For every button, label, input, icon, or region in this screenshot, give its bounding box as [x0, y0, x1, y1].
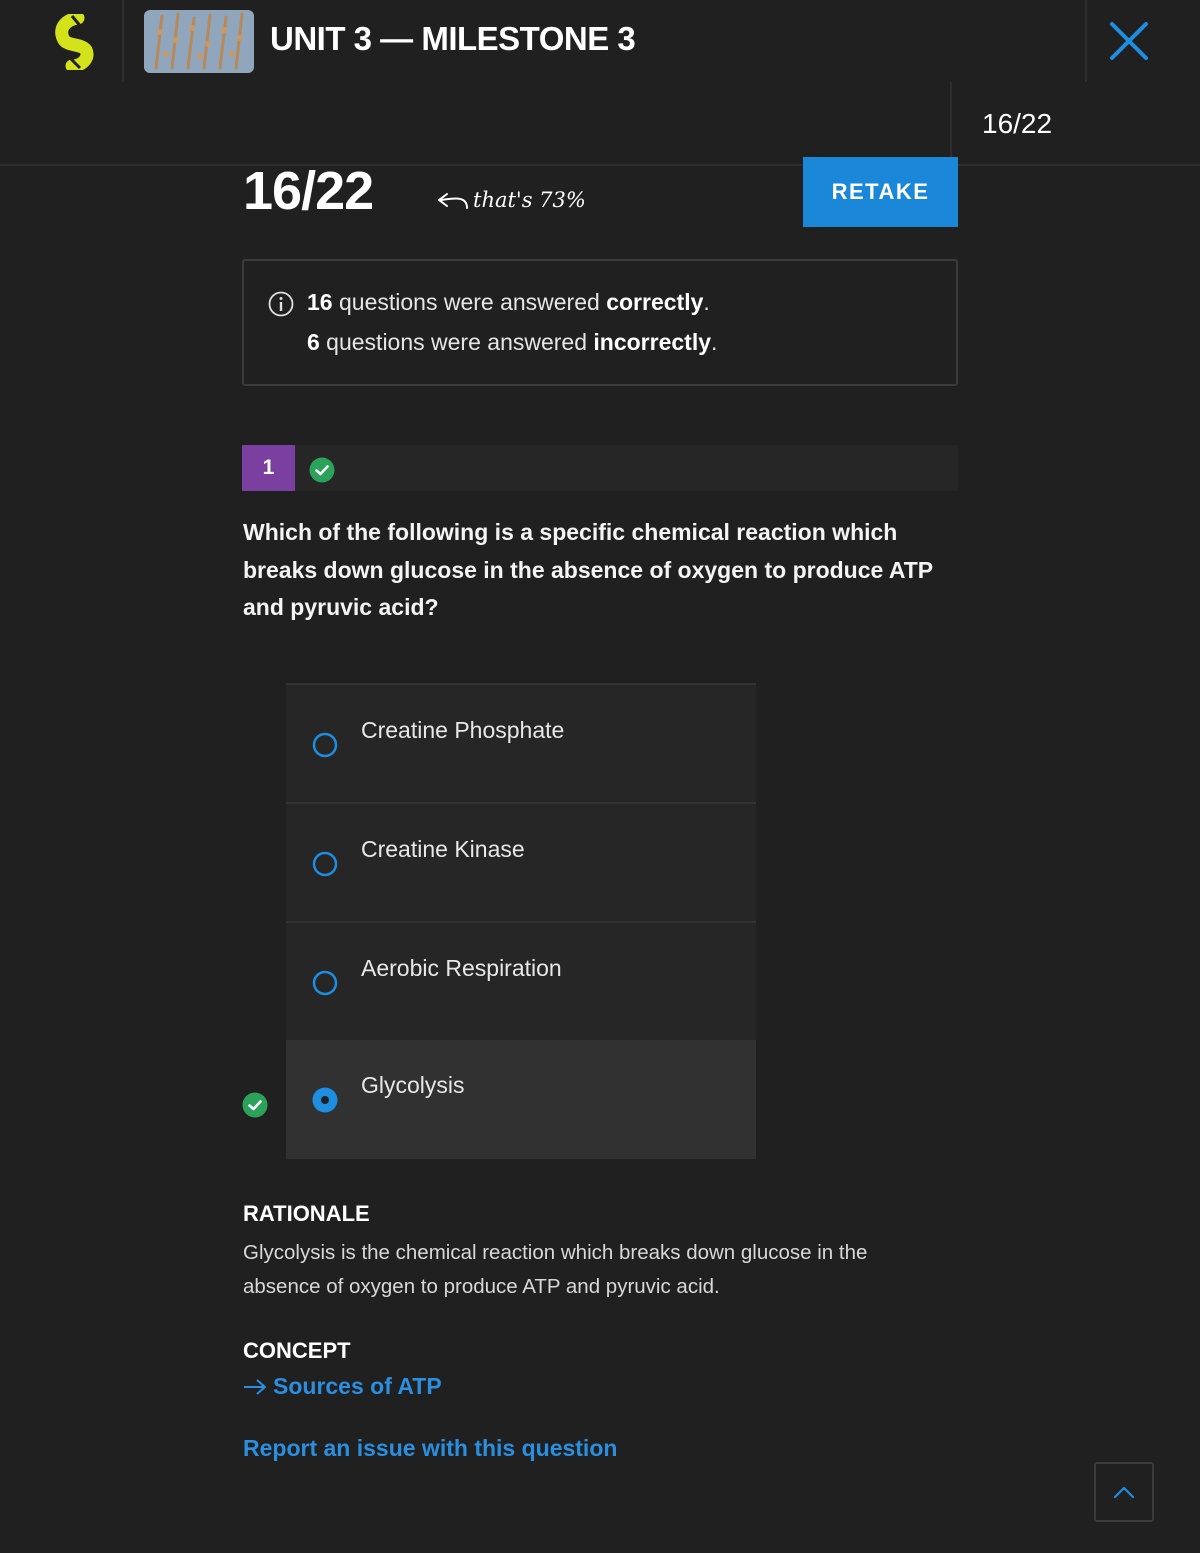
rationale-text: Glycolysis is the chemical reaction whic… — [243, 1241, 868, 1298]
question-header: 1 — [242, 445, 958, 491]
correct-text: questions were answered — [332, 289, 607, 315]
radio-button-icon[interactable] — [312, 970, 338, 996]
answer-option[interactable]: Creatine Phosphate — [286, 683, 756, 802]
percent-note: that's 73% — [435, 186, 586, 218]
sophia-logo[interactable] — [52, 14, 100, 70]
info-icon — [268, 291, 294, 317]
incorrect-word: incorrectly — [593, 329, 712, 355]
answer-option[interactable]: Creatine Kinase — [286, 802, 756, 921]
results-summary: 16 questions were answered correctly. 6 … — [242, 259, 958, 386]
correct-answer-check-icon — [242, 1092, 268, 1118]
report-issue-link[interactable]: Report an issue with this question — [243, 1435, 617, 1462]
correct-word: correctly — [606, 289, 704, 315]
page-title: UNIT 3 — MILESTONE 3 — [270, 20, 636, 57]
answer-option-label: Creatine Phosphate — [361, 717, 565, 743]
correct-count: 16 — [307, 289, 333, 315]
chevron-up-icon — [1113, 1486, 1135, 1499]
answer-option-label: Aerobic Respiration — [361, 955, 562, 981]
close-icon[interactable] — [1104, 16, 1154, 66]
answer-option-selected[interactable]: Glycolysis — [286, 1040, 756, 1159]
unit-thumbnail — [144, 10, 254, 73]
question-number-badge: 1 — [242, 445, 295, 491]
answer-option[interactable]: Aerobic Respiration — [286, 921, 756, 1040]
period: . — [703, 289, 710, 315]
radio-button-selected-icon[interactable] — [312, 1087, 338, 1113]
concept-link-label[interactable]: Sources of ATP — [273, 1373, 442, 1400]
radio-button-icon[interactable] — [312, 851, 338, 877]
rationale-title: RATIONALE — [243, 1201, 370, 1226]
summary-correct: 16 questions were answered correctly. — [307, 289, 710, 316]
progress-divider — [950, 82, 952, 164]
curved-arrow-left-icon — [438, 193, 468, 209]
answer-options: Creatine Phosphate Creatine Kinase Aerob… — [286, 683, 756, 1159]
percent-note-text: that's 73% — [473, 188, 586, 212]
arrow-right-icon — [244, 1378, 266, 1395]
scroll-to-top-button[interactable] — [1094, 1462, 1154, 1522]
incorrect-text: questions were answered — [319, 329, 594, 355]
check-circle-icon — [309, 457, 335, 483]
concept-title: CONCEPT — [243, 1338, 351, 1363]
header-divider-right — [1085, 0, 1087, 82]
concept-link[interactable]: Sources of ATP — [243, 1373, 442, 1400]
answer-option-label: Glycolysis — [361, 1072, 465, 1098]
incorrect-count: 6 — [307, 329, 320, 355]
period: . — [711, 329, 718, 355]
score: 16/22 — [243, 161, 374, 221]
progress-counter: 16/22 — [982, 108, 1053, 139]
retake-button[interactable]: RETAKE — [803, 157, 958, 227]
question-text: Which of the following is a specific che… — [243, 519, 933, 620]
top-bar: UNIT 3 — MILESTONE 3 — [0, 0, 1200, 84]
header-divider — [122, 0, 124, 82]
answer-option-label: Creatine Kinase — [361, 836, 525, 862]
radio-button-icon[interactable] — [312, 732, 338, 758]
summary-incorrect: 6 questions were answered incorrectly. — [307, 329, 717, 356]
